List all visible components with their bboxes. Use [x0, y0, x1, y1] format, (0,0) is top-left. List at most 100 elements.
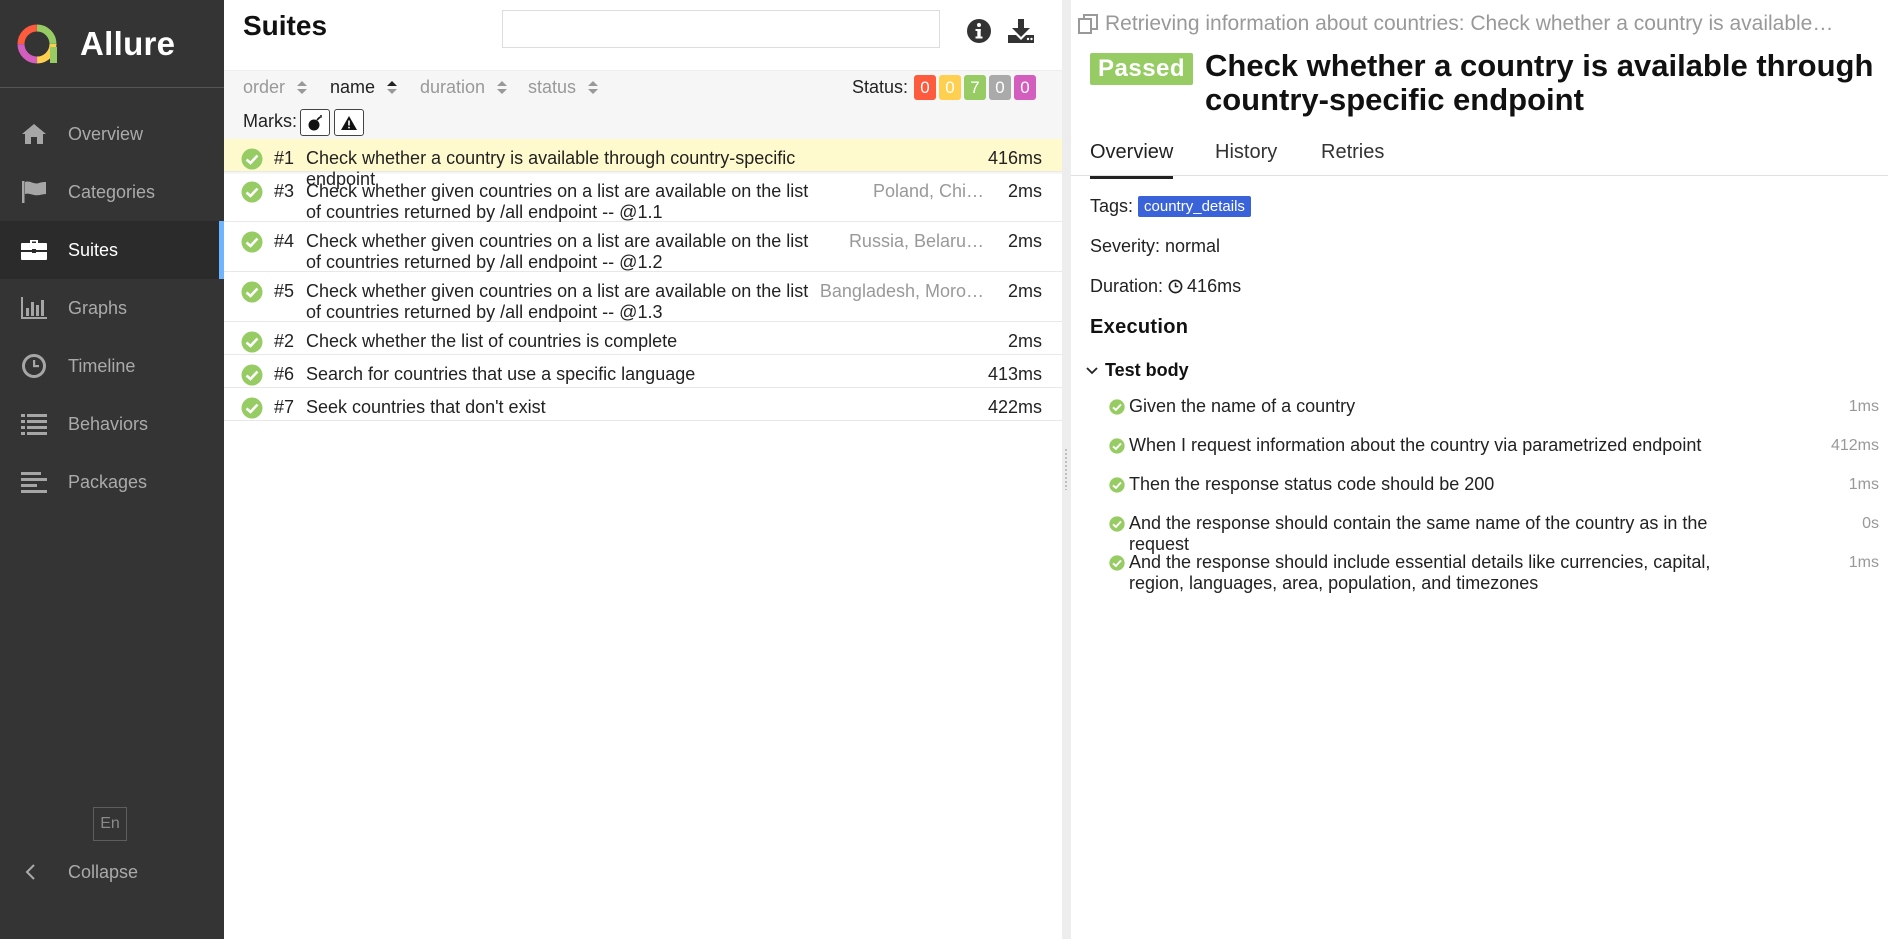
status-failed-badge[interactable]: 0	[914, 75, 936, 100]
status-badge: Passed	[1090, 53, 1194, 85]
step-text: Given the name of a country	[1129, 396, 1356, 416]
test-body-toggle[interactable]: Test body	[1085, 360, 1189, 381]
test-number: #2	[274, 331, 295, 351]
warning-icon	[341, 115, 357, 130]
test-duration: 2ms	[1007, 281, 1042, 301]
sidebar-item-timeline[interactable]: Timeline	[0, 337, 224, 395]
sidebar-nav: Overview Categories Suites Graphs Timeli…	[0, 105, 224, 511]
test-row[interactable]: #4 Check whether given countries on a lis…	[224, 222, 1062, 272]
tab-overview[interactable]: Overview	[1090, 141, 1174, 179]
test-number: #6	[274, 364, 295, 384]
sidebar-item-label: Suites	[68, 239, 119, 260]
allure-logo-icon	[17, 24, 57, 63]
test-name: Check whether the list of countries is c…	[306, 331, 678, 351]
step-text: And the response should include essentia…	[1129, 552, 1711, 593]
test-name: Check whether given countries on a list …	[306, 281, 809, 322]
status-filter-label: Status:	[852, 77, 909, 97]
sort-order-label: order	[243, 77, 286, 97]
test-name: Seek countries that don't exist	[306, 397, 546, 417]
clock-icon	[20, 352, 48, 380]
sort-name-label: name	[330, 77, 376, 97]
test-name: Check whether given countries on a list …	[306, 231, 809, 272]
passed-check-icon	[1109, 516, 1125, 532]
duration-label: Duration:	[1090, 276, 1164, 296]
sidebar-item-label: Categories	[68, 181, 156, 202]
test-list: #1 Check whether a country is available t…	[224, 139, 1062, 421]
detail-tabs: Overview History Retries	[1071, 131, 1888, 179]
sort-status[interactable]: status	[528, 77, 599, 98]
test-number: #3	[274, 181, 295, 201]
passed-check-icon	[241, 181, 263, 203]
test-row[interactable]: #3 Check whether given countries on a lis…	[224, 172, 1062, 222]
test-name: Search for countries that use a specific…	[306, 364, 696, 384]
flaky-mark-button[interactable]	[300, 109, 330, 136]
pane-splitter[interactable]	[1062, 0, 1071, 939]
tags-row: Tags: country_details	[1090, 196, 1251, 217]
copy-icon	[1078, 14, 1098, 34]
briefcase-icon	[20, 236, 48, 264]
passed-check-icon	[241, 331, 263, 353]
sidebar-item-packages[interactable]: Packages	[0, 453, 224, 511]
sidebar-item-suites[interactable]: Suites	[0, 221, 224, 279]
bar-chart-icon	[20, 294, 48, 322]
language-button[interactable]: En	[93, 807, 127, 841]
test-name: Check whether given countries on a list …	[306, 181, 809, 222]
test-duration: 2ms	[1007, 331, 1042, 351]
sidebar-item-overview[interactable]: Overview	[0, 105, 224, 163]
test-row[interactable]: #7 Seek countries that don't exist 422ms	[224, 388, 1062, 421]
sort-name[interactable]: name	[330, 77, 398, 98]
download-icon[interactable]	[1006, 16, 1036, 46]
test-row[interactable]: #2 Check whether the list of countries is…	[224, 322, 1062, 355]
sidebar-item-label: Timeline	[68, 355, 136, 376]
tab-history[interactable]: History	[1215, 141, 1277, 176]
passed-check-icon	[1109, 399, 1125, 415]
step-duration: 1ms	[1848, 398, 1879, 415]
step-duration: 412ms	[1830, 437, 1879, 454]
info-icon[interactable]	[964, 16, 994, 46]
test-row[interactable]: #5 Check whether given countries on a lis…	[224, 272, 1062, 322]
suites-pane: Suites order name duration status Status…	[224, 0, 1062, 939]
sort-duration-label: duration	[420, 77, 486, 97]
status-passed-badge[interactable]: 7	[964, 75, 986, 100]
brand-name: Allure	[80, 24, 176, 62]
align-left-icon	[20, 468, 48, 496]
sidebar-item-behaviors[interactable]: Behaviors	[0, 395, 224, 453]
tag-badge[interactable]: country_details	[1138, 196, 1251, 217]
sidebar-item-categories[interactable]: Categories	[0, 163, 224, 221]
brand[interactable]: Allure	[0, 0, 224, 88]
splitter-grip	[1064, 448, 1069, 490]
tags-label: Tags:	[1090, 196, 1134, 216]
sort-order[interactable]: order	[243, 77, 308, 98]
list-icon	[20, 410, 48, 438]
status-unknown-badge[interactable]: 0	[1014, 75, 1036, 100]
clock-icon	[1168, 279, 1183, 294]
collapse-button[interactable]: Collapse	[0, 848, 224, 896]
step-text: And the response should contain the same…	[1129, 513, 1708, 554]
test-row[interactable]: #1 Check whether a country is available t…	[224, 139, 1062, 189]
test-duration: 2ms	[1007, 181, 1042, 201]
tab-retries[interactable]: Retries	[1321, 141, 1384, 176]
test-number: #7	[274, 397, 295, 417]
collapse-label: Collapse	[68, 861, 139, 882]
sort-duration[interactable]: duration	[420, 77, 508, 98]
status-skipped-badge[interactable]: 0	[989, 75, 1011, 100]
test-duration: 2ms	[1007, 231, 1042, 251]
search-input[interactable]	[502, 10, 940, 48]
suites-header: Suites	[224, 0, 1062, 70]
new-failed-mark-button[interactable]	[334, 109, 364, 136]
test-duration: 416ms	[987, 148, 1042, 168]
sidebar-item-graphs[interactable]: Graphs	[0, 279, 224, 337]
test-body-label: Test body	[1105, 360, 1189, 380]
status-broken-badge[interactable]: 0	[939, 75, 961, 100]
sidebar: Allure Overview Categories Suites Graphs	[0, 0, 224, 939]
execution-title: Execution	[1090, 316, 1189, 338]
breadcrumb[interactable]: Retrieving information about countries: …	[1077, 12, 1877, 36]
passed-check-icon	[241, 364, 263, 386]
sidebar-item-label: Overview	[68, 123, 144, 144]
passed-check-icon	[1109, 477, 1125, 493]
test-number: #4	[274, 231, 295, 251]
bomb-icon	[308, 114, 322, 130]
chevron-down-icon	[1086, 366, 1098, 374]
passed-check-icon	[241, 281, 263, 303]
test-row[interactable]: #6 Search for countries that use a specif…	[224, 355, 1062, 388]
